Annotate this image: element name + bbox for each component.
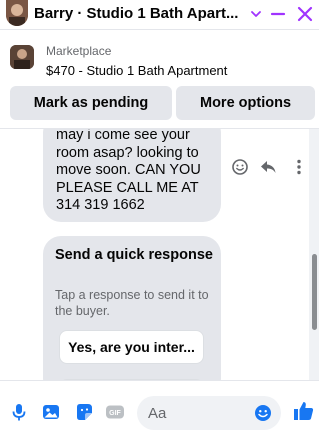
reply-icon[interactable] xyxy=(258,157,278,177)
like-icon[interactable] xyxy=(292,399,316,423)
marketplace-listing[interactable]: Marketplace $470 - Studio 1 Bath Apartme… xyxy=(0,36,319,84)
message-line: 314 319 1662 xyxy=(56,197,145,214)
avatar[interactable] xyxy=(6,0,28,26)
react-emoji-icon[interactable] xyxy=(230,157,250,177)
chat-header: Barry · Studio 1 Bath Apart... xyxy=(0,0,319,30)
scrollbar-thumb[interactable] xyxy=(312,254,317,330)
quick-response-title: Send a quick response xyxy=(55,247,213,263)
emoji-icon[interactable] xyxy=(254,404,272,422)
message-line: PLEASE CALL ME AT xyxy=(56,179,199,196)
sticker-icon[interactable] xyxy=(74,402,94,422)
message-composer: GIF Aa xyxy=(0,380,319,437)
message-line: may i come see your xyxy=(56,129,190,143)
microphone-icon[interactable] xyxy=(9,402,29,422)
listing-title: $470 - Studio 1 Bath Apartment xyxy=(46,63,228,78)
chevron-down-icon[interactable] xyxy=(248,5,264,23)
quick-response-option[interactable]: Yes, are you inter... xyxy=(59,330,204,364)
message-line: room asap? looking to xyxy=(56,144,199,161)
minimize-icon[interactable] xyxy=(270,4,286,24)
more-icon[interactable] xyxy=(289,157,309,177)
listing-thumbnail xyxy=(10,45,34,69)
photo-icon[interactable] xyxy=(41,402,61,422)
message-bubble[interactable]: may i come see your room asap? looking t… xyxy=(43,129,221,222)
message-list[interactable]: may i come see your room asap? looking t… xyxy=(0,129,319,380)
message-line: move soon. CAN YOU xyxy=(56,162,201,179)
mark-as-pending-button[interactable]: Mark as pending xyxy=(10,86,172,120)
conversation-title[interactable]: Barry · Studio 1 Bath Apart... xyxy=(34,5,244,22)
close-icon[interactable] xyxy=(296,4,314,24)
svg-text:GIF: GIF xyxy=(109,410,121,417)
more-options-button[interactable]: More options xyxy=(176,86,315,120)
gif-icon[interactable]: GIF xyxy=(105,402,125,422)
marketplace-label: Marketplace xyxy=(46,44,112,58)
quick-response-card: Send a quick response Tap a response to … xyxy=(43,236,221,380)
quick-response-subtitle: Tap a response to send it to the buyer. xyxy=(55,288,209,318)
